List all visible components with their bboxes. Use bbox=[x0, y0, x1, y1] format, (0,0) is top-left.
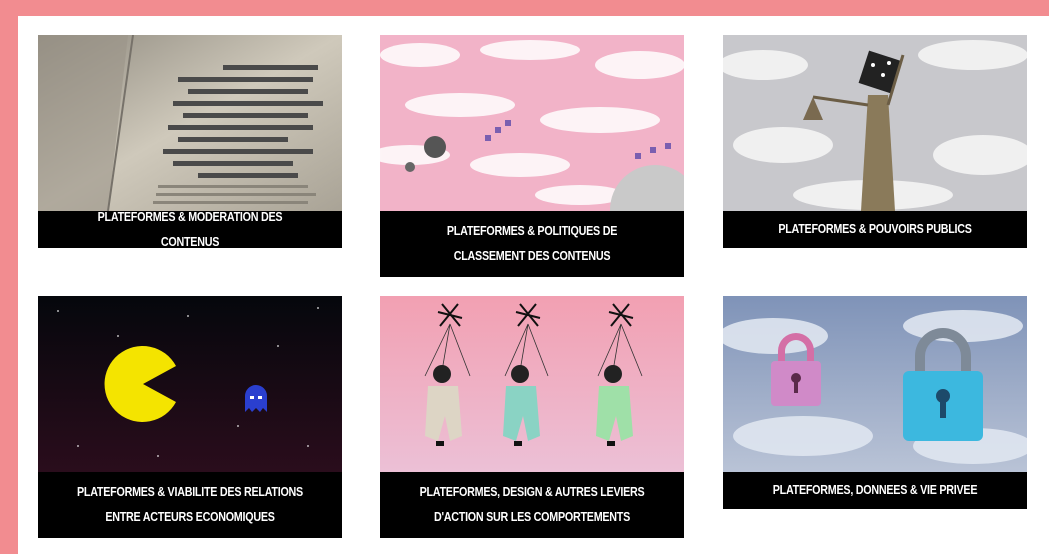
card-ranking[interactable]: PLATEFORMES & POLITIQUES DE CLASSEMENT D… bbox=[380, 35, 684, 277]
card-title[interactable]: PLATEFORMES & POUVOIRS PUBLICS bbox=[744, 211, 1006, 248]
pink-sky-planets-image bbox=[380, 35, 684, 211]
card-economic-relations[interactable]: PLATEFORMES & VIABILITE DES RELATIONS EN… bbox=[38, 296, 342, 538]
card-privacy[interactable]: PLATEFORMES, DONNEES & VIE PRIVEE bbox=[723, 296, 1027, 509]
card-public-powers[interactable]: PLATEFORMES & POUVOIRS PUBLICS bbox=[723, 35, 1027, 248]
padlocks-sky-image bbox=[723, 296, 1027, 472]
marionettes-image bbox=[380, 296, 684, 472]
card-title[interactable]: PLATEFORMES, DESIGN & AUTRES LEVIERS D'A… bbox=[401, 472, 663, 538]
pacman-space-image bbox=[38, 296, 342, 472]
card-title[interactable]: PLATEFORMES, DONNEES & VIE PRIVEE bbox=[744, 472, 1006, 509]
card-moderation[interactable]: PLATEFORMES & MODERATION DES CONTENUS bbox=[38, 35, 342, 249]
card-design-levers[interactable]: PLATEFORMES, DESIGN & AUTRES LEVIERS D'A… bbox=[380, 296, 684, 538]
card-title[interactable]: PLATEFORMES & VIABILITE DES RELATIONS EN… bbox=[59, 472, 321, 538]
lady-justice-image bbox=[723, 35, 1027, 211]
card-title[interactable]: PLATEFORMES & MODERATION DES CONTENUS bbox=[59, 210, 321, 249]
card-title[interactable]: PLATEFORMES & POLITIQUES DE CLASSEMENT D… bbox=[401, 211, 663, 277]
redacted-book-image bbox=[38, 35, 342, 211]
